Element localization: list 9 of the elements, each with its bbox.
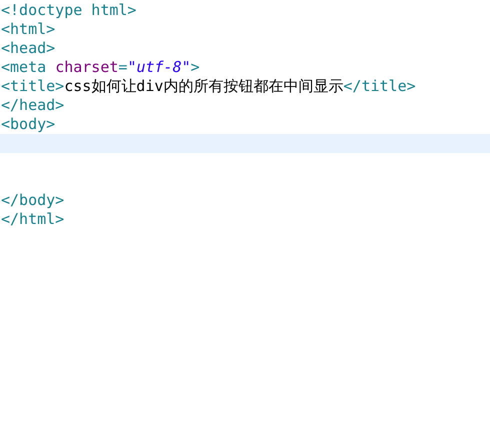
code-line: <title>css如何让div内的所有按钮都在中间显示</title> — [0, 77, 417, 96]
code-line: </body> — [0, 191, 66, 210]
code-line: <!doctype html> — [0, 1, 138, 20]
code-line: <head> — [0, 39, 56, 58]
code-line: <html> — [0, 20, 56, 39]
code-line: </head> — [0, 96, 66, 115]
code-line: </html> — [0, 210, 66, 229]
code-line: <body> — [0, 115, 56, 134]
code-line: <meta charset="utf-8"> — [0, 58, 201, 77]
